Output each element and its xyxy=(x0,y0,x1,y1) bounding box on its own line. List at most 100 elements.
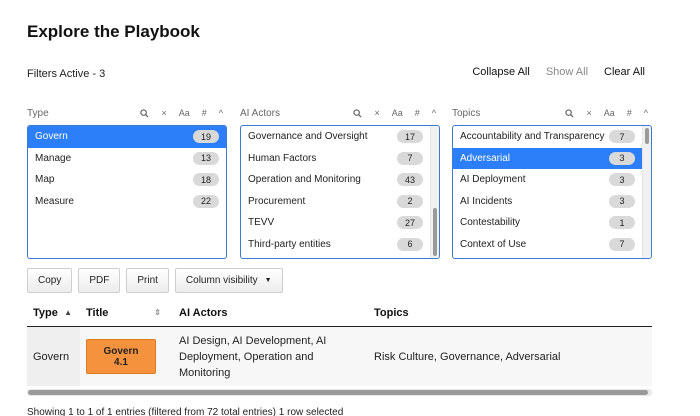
filter-option[interactable]: Human Factors 7 xyxy=(241,148,439,170)
filter-option-label: Procurement xyxy=(248,195,306,207)
panel-tools: × Aa # ^ xyxy=(140,108,223,118)
pdf-button[interactable]: PDF xyxy=(78,268,121,293)
filter-option[interactable]: Operation and Monitoring 43 xyxy=(241,169,439,191)
count-badge: 43 xyxy=(397,173,423,187)
table-export-buttons: Copy PDF Print Column visibility ▼ xyxy=(27,268,283,293)
filter-option[interactable]: Contestability 1 xyxy=(453,212,651,234)
panel-tools: × Aa # ^ xyxy=(565,108,648,118)
ai-actors-filter-panel: AI Actors × Aa # ^ Governance and Oversi… xyxy=(240,104,440,259)
filter-option[interactable]: Third-party entities 6 xyxy=(241,234,439,256)
panel-title: AI Actors xyxy=(240,107,281,119)
filter-option-label: Map xyxy=(35,174,55,186)
column-header-title[interactable]: Title ⇕ xyxy=(80,307,169,319)
panel-header: AI Actors × Aa # ^ xyxy=(240,104,440,122)
filter-option[interactable]: Manage 13 xyxy=(28,148,226,170)
filter-list[interactable]: Govern 19 Manage 13 Map 18 Measure 22 xyxy=(27,125,227,259)
scrollbar-thumb[interactable] xyxy=(433,208,437,256)
column-header-type[interactable]: Type ▲ xyxy=(27,307,80,319)
column-header-ai-actors[interactable]: AI Actors xyxy=(169,307,366,319)
filter-option-label: Third-party entities xyxy=(248,238,331,250)
count-badge: 6 xyxy=(397,237,423,251)
filter-option-label: Operation and Monitoring xyxy=(248,174,361,186)
filter-option[interactable]: Accountability and Transparency 7 xyxy=(453,126,651,148)
search-icon[interactable] xyxy=(565,108,575,118)
case-sort-icon[interactable]: Aa xyxy=(392,108,403,118)
sort-asc-icon: ▲ xyxy=(64,308,72,317)
filter-option-label: Accountability and Transparency xyxy=(460,131,605,143)
collapse-icon[interactable]: ^ xyxy=(432,108,436,118)
cell-title: Govern 4.1 xyxy=(80,327,169,386)
count-badge: 3 xyxy=(609,173,635,187)
panel-title: Topics xyxy=(452,107,481,119)
count-badge: 7 xyxy=(609,237,635,251)
type-filter-panel: Type × Aa # ^ Govern 19 Manage 13 Map 18 Me… xyxy=(27,104,227,259)
count-sort-icon[interactable]: # xyxy=(415,108,420,118)
filter-option[interactable]: TEVV 27 xyxy=(241,212,439,234)
count-badge: 17 xyxy=(397,130,423,144)
collapse-icon[interactable]: ^ xyxy=(644,108,648,118)
filter-list[interactable]: Governance and Oversight 17 Human Factors… xyxy=(240,125,440,259)
panel-header: Topics × Aa # ^ xyxy=(452,104,652,122)
filter-actions: Collapse All Show All Clear All xyxy=(472,66,645,78)
filter-option[interactable]: Procurement 2 xyxy=(241,191,439,213)
count-sort-icon[interactable]: # xyxy=(627,108,632,118)
panel-tools: × Aa # ^ xyxy=(353,108,436,118)
cell-type: Govern xyxy=(27,327,80,386)
filter-option-label: Govern xyxy=(35,131,68,143)
column-visibility-label: Column visibility xyxy=(185,275,258,286)
playbook-item-name: Govern xyxy=(103,345,139,357)
filter-option-label: Context of Use xyxy=(460,238,527,250)
filter-list[interactable]: Accountability and Transparency 7 Adversa… xyxy=(452,125,652,259)
filter-option[interactable]: Measure 22 xyxy=(28,191,226,213)
show-all-button[interactable]: Show All xyxy=(546,66,588,78)
filter-option[interactable]: Map 18 xyxy=(28,169,226,191)
filter-option-label: Manage xyxy=(35,152,72,164)
results-table: Type ▲ Title ⇕ AI Actors Topics Govern Gov… xyxy=(27,299,652,386)
column-header-label: AI Actors xyxy=(179,306,228,319)
scrollbar-thumb[interactable] xyxy=(645,128,649,144)
playbook-item-button[interactable]: Govern 4.1 xyxy=(86,339,156,374)
copy-button[interactable]: Copy xyxy=(27,268,73,293)
filter-option[interactable]: AI Deployment 3 xyxy=(453,169,651,191)
table-header: Type ▲ Title ⇕ AI Actors Topics xyxy=(27,299,652,327)
filter-option-label: AI Incidents xyxy=(460,195,513,207)
collapse-all-button[interactable]: Collapse All xyxy=(472,66,529,78)
clear-icon[interactable]: × xyxy=(374,108,379,118)
playbook-item-number: 4.1 xyxy=(114,356,128,368)
list-scrollbar[interactable] xyxy=(430,126,439,258)
filter-option-label: TEVV xyxy=(248,217,275,229)
clear-all-button[interactable]: Clear All xyxy=(604,66,645,78)
column-header-label: Topics xyxy=(374,306,409,319)
scrollbar-thumb[interactable] xyxy=(28,390,648,395)
filter-option-label: Contestability xyxy=(460,217,521,229)
column-header-topics[interactable]: Topics xyxy=(366,307,652,319)
caret-down-icon: ▼ xyxy=(264,277,272,284)
filter-option[interactable]: Context of Use 7 xyxy=(453,234,651,256)
clear-icon[interactable]: × xyxy=(161,108,166,118)
search-icon[interactable] xyxy=(353,108,363,118)
cell-ai-actors: AI Design, AI Development, AI Deployment… xyxy=(179,334,327,379)
list-scrollbar[interactable] xyxy=(642,126,651,258)
case-sort-icon[interactable]: Aa xyxy=(604,108,615,118)
filter-option[interactable]: AI Incidents 3 xyxy=(453,191,651,213)
panel-title: Type xyxy=(27,107,49,119)
count-badge: 2 xyxy=(397,194,423,208)
clear-icon[interactable]: × xyxy=(586,108,591,118)
count-badge: 7 xyxy=(397,151,423,165)
filter-option[interactable]: Governance and Oversight 17 xyxy=(241,126,439,148)
table-row[interactable]: Govern Govern 4.1 AI Design, AI Developm… xyxy=(27,327,652,386)
print-button[interactable]: Print xyxy=(126,268,169,293)
column-header-label: Type xyxy=(33,306,58,319)
sort-both-icon: ⇕ xyxy=(154,308,161,317)
search-icon[interactable] xyxy=(140,108,150,118)
count-sort-icon[interactable]: # xyxy=(202,108,207,118)
count-badge: 13 xyxy=(193,151,219,165)
collapse-icon[interactable]: ^ xyxy=(219,108,223,118)
topics-filter-panel: Topics × Aa # ^ Accountability and Trans… xyxy=(452,104,652,259)
filter-option[interactable]: Govern 19 xyxy=(28,126,226,148)
count-badge: 27 xyxy=(397,216,423,230)
column-visibility-button[interactable]: Column visibility ▼ xyxy=(174,268,283,293)
case-sort-icon[interactable]: Aa xyxy=(179,108,190,118)
table-horizontal-scrollbar[interactable] xyxy=(27,389,652,396)
filter-option[interactable]: Adversarial 3 xyxy=(453,147,651,169)
